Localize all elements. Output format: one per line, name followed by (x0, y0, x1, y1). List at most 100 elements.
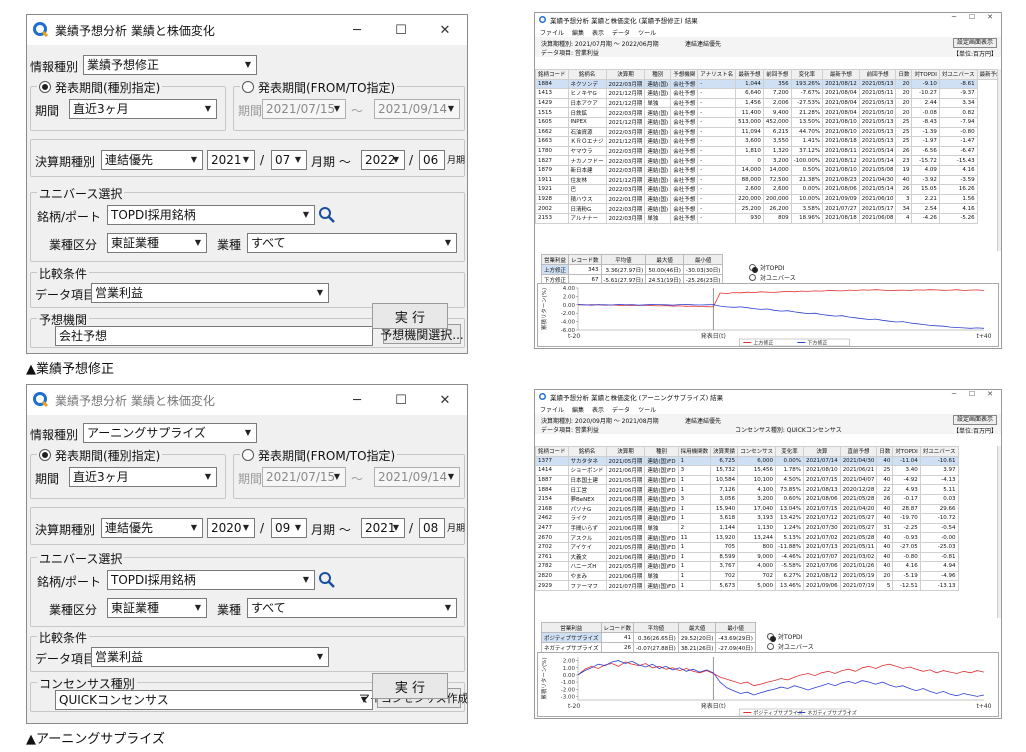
year-to-select[interactable]: 2022 ▼ (361, 150, 405, 170)
industry-select[interactable]: すべて ▼ (247, 598, 457, 618)
search-icon[interactable] (318, 571, 336, 589)
topdi-radio[interactable]: 対TOPDI (749, 263, 784, 273)
column-header[interactable]: 最新予想 (976, 69, 997, 80)
column-header[interactable]: 対ユニバース (938, 69, 978, 80)
column-header[interactable]: 種別 (644, 446, 679, 457)
table-row[interactable]: 1413 ヒノキヤG 2021/12月期 連結(国) 会社予想 -6,640 7,200 -7… (535, 88, 998, 99)
minimize-icon[interactable]: ─ (945, 13, 963, 21)
menu-data[interactable]: データ (612, 405, 630, 414)
table-row[interactable]: 1887 日本国土建 2021/05月期 連結(国)FD 1 10,584 10,100 4.… (535, 474, 959, 486)
column-header[interactable]: 変化率 (775, 446, 804, 457)
brand-select[interactable]: TOPDI採用銘柄 ▼ (107, 570, 315, 590)
column-header[interactable]: 前回予想 (762, 69, 792, 80)
menu-edit[interactable]: 編集 (572, 405, 584, 414)
year-from-select[interactable]: 2021 ▼ (207, 150, 255, 170)
summary-row[interactable]: 上方修正 343 3.36(27.97日) 50.00(46日) -30.03(30日) (540, 264, 724, 275)
maximize-icon[interactable]: ☐ (963, 390, 981, 398)
menu-view[interactable]: 表示 (592, 405, 604, 414)
column-header[interactable]: 最新予想 (822, 69, 860, 80)
column-header[interactable]: 対TOPDI (911, 69, 940, 80)
table-row[interactable]: 1827 ナカノフドー 2022/03月期 連結(国) 会社予想 -0 3,200 -100.… (535, 155, 998, 166)
column-header[interactable]: コンセンサス (737, 446, 777, 457)
menu-edit[interactable]: 編集 (572, 28, 584, 37)
period-range-radio[interactable]: 発表期間(FROM/TO指定) (240, 447, 398, 464)
month-to-select[interactable]: 06 (419, 150, 445, 170)
table-row[interactable]: 1911 住友林 2021/12月期 連結(国) 会社予想 -88,000 72,500 21… (535, 174, 998, 186)
sector-select[interactable]: 東証業種 ▼ (107, 598, 207, 618)
column-header[interactable]: 対TOPDI (892, 446, 921, 457)
column-header[interactable]: 最新予想 (735, 69, 764, 80)
table-row[interactable]: 1414 ショーボンド 2021/06月期 連結(国)FD 3 15,732 15,456 1… (535, 465, 959, 476)
year-from-select[interactable]: 2020 ▼ (207, 518, 255, 538)
table-row[interactable]: 1884 日工営 2021/06月期 連結(国)FD 1 7,126 4,100 73.85%… (535, 484, 959, 495)
date-to-picker[interactable]: 2021/09/14 ▼ (374, 467, 460, 487)
table-row[interactable]: 1921 巴 2022/03月期 連結(国) 会社予想 -2,600 2,600 0.00% 2… (535, 184, 998, 195)
run-button[interactable]: 実 行 (372, 303, 448, 329)
column-header[interactable]: 対ユニバース (919, 446, 959, 457)
sector-select[interactable]: 東証業種 ▼ (107, 233, 207, 253)
search-icon[interactable] (318, 206, 336, 224)
column-header[interactable]: 予想機関 (670, 69, 699, 80)
table-scrollbar[interactable] (997, 69, 1001, 251)
table-row[interactable]: 1429 日本アクア 2021/12月期 単独 会社予想 -1,456 2,006 -27.5… (535, 97, 998, 109)
column-header[interactable]: 銘柄コード (535, 69, 569, 80)
date-from-picker[interactable]: 2021/07/15 ▼ (262, 99, 346, 119)
date-from-picker[interactable]: 2021/07/15 ▼ (262, 467, 346, 487)
column-header[interactable]: 前回予想 (858, 69, 897, 80)
info-type-select[interactable]: 業績予想修正 ▼ (83, 55, 257, 75)
column-header[interactable]: 銘柄コード (535, 446, 569, 457)
column-header[interactable]: 直前予想 (839, 446, 878, 457)
table-row[interactable]: 2002 日清粉G 2022/03月期 連結(国) 会社予想 -25,200 26,200 3… (535, 203, 998, 214)
column-header[interactable]: 日数 (895, 69, 913, 80)
table-row[interactable]: 2782 ハニーズH 2021/05月期 連結(国)FD 1 3,767 4,000 -5.5… (535, 561, 959, 572)
table-row[interactable]: 2153 アルナナー 2022/03月期 単独 会社予想 -930 809 18.96% 202… (535, 212, 998, 224)
column-header[interactable]: 銘柄名 (567, 446, 607, 457)
data-item-select[interactable]: 営業利益 ▼ (91, 283, 329, 303)
period-select[interactable]: 直近3ヶ月 ▼ (69, 467, 217, 487)
table-row[interactable]: 2462 ライク 2021/05月期 連結(国)FD 1 3,618 3,193 13.42%… (535, 513, 959, 524)
settings-button[interactable]: 設定画面表示 (952, 415, 997, 425)
column-header[interactable]: 種別 (644, 69, 672, 80)
maximize-icon[interactable]: ☐ (379, 385, 423, 415)
summary-row[interactable]: ネガティブサプライズ 26 -0.07(27.88日) 38.21(26日) -27.0… (541, 642, 756, 653)
settings-button[interactable]: 設定画面表示 (952, 38, 997, 48)
column-header[interactable]: 銘柄名 (567, 69, 607, 80)
maximize-icon[interactable]: ☐ (379, 15, 423, 45)
brand-select[interactable]: TOPDI採用銘柄 ▼ (107, 205, 315, 225)
menu-tools[interactable]: ツール (638, 405, 656, 414)
data-item-select[interactable]: 営業利益 ▼ (91, 647, 329, 667)
table-row[interactable]: 2154 夢BeNEX 2021/06月期 連結(国)FD 3 3,056 3,200 0.6… (535, 493, 959, 505)
column-header[interactable]: 変化率 (790, 69, 824, 80)
maximize-icon[interactable]: ☐ (963, 13, 981, 21)
period-type-radio[interactable]: 発表期間(種別指定) (37, 79, 163, 96)
month-to-select[interactable]: 08 (419, 518, 445, 538)
table-row[interactable]: 1377 サカタタネ 2021/05月期 連結(国)FD 1 6,725 6,000 0.00… (535, 455, 959, 467)
table-row[interactable]: 2670 アスクル 2021/05月期 連結(国)FD 11 13,920 13,244 5.… (535, 532, 959, 543)
table-scrollbar[interactable] (997, 446, 1001, 618)
column-header[interactable]: 決算実績 (710, 446, 739, 457)
topdi-radio[interactable]: 対TOPDI (767, 632, 802, 642)
fiscal-select[interactable]: 連結優先 ▼ (101, 150, 203, 170)
minimize-icon[interactable]: ─ (335, 15, 379, 45)
column-header[interactable]: 決算 (802, 446, 841, 457)
close-icon[interactable]: ✕ (981, 390, 999, 398)
minimize-icon[interactable]: ─ (945, 390, 963, 398)
universe-radio[interactable]: 対ユニバース (767, 642, 814, 651)
table-row[interactable]: 1605 INPEX 2021/12月期 連結(国) 会社予想 -513,000 452,0… (535, 116, 998, 128)
run-button[interactable]: 実 行 (372, 673, 448, 699)
table-row[interactable]: 1663 ＫＲＯエナジ 2021/12月期 連結(国) 会社予想 -3,600 3,550 1… (535, 136, 998, 147)
month-from-select[interactable]: 07 ▼ (271, 150, 307, 170)
table-row[interactable]: 1780 ヤマウラ 2022/03月期 連結(国) 会社予想 -1,810 1,320 37.… (535, 145, 998, 157)
close-icon[interactable]: ✕ (981, 13, 999, 21)
menu-view[interactable]: 表示 (592, 28, 604, 37)
table-row[interactable]: 2761 大義文 2021/06月期 連結(国)FD 1 8,599 9,000 -4.46%… (535, 551, 959, 563)
minimize-icon[interactable]: ─ (335, 385, 379, 415)
universe-radio[interactable]: 対ユニバース (749, 273, 796, 282)
table-row[interactable]: 2168 パソナG 2021/05月期 連結(国)FD 1 15,940 17,040 13.… (535, 503, 959, 515)
column-header[interactable]: 決算期 (605, 69, 646, 80)
consensus-select[interactable]: QUICKコンセンサス ▼ (55, 690, 373, 710)
column-header[interactable]: 決算期 (605, 446, 646, 457)
menu-file[interactable]: ファイル (540, 28, 564, 37)
column-header[interactable]: アナリスト名 (697, 69, 737, 80)
table-row[interactable]: 2820 やまみ 2021/06月期 単独 1 702 702 6.27% 2021/08/12… (535, 570, 959, 582)
